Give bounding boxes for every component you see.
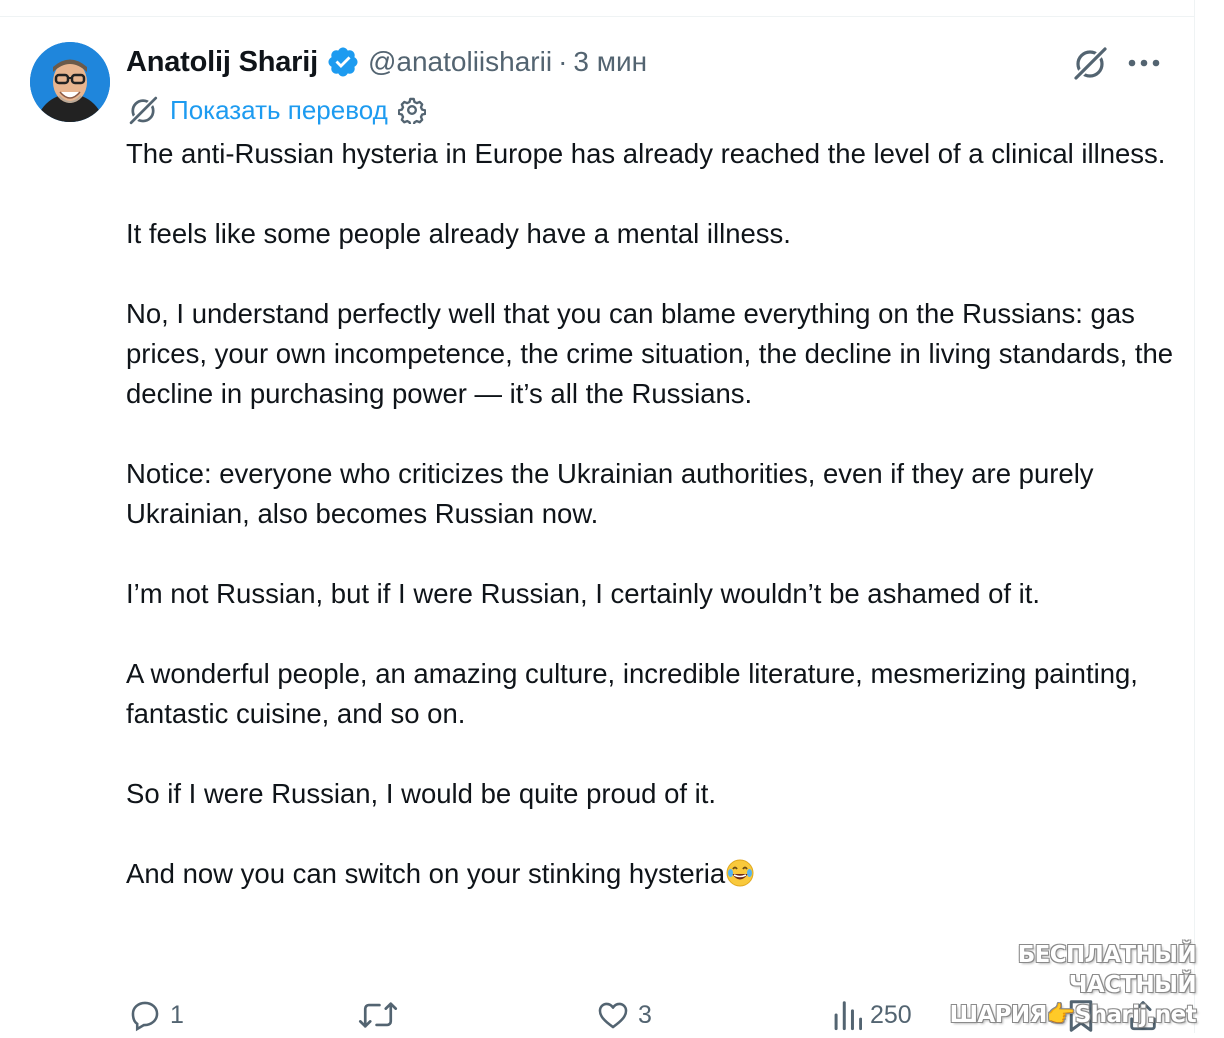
timestamp[interactable]: 3 мин (573, 46, 647, 78)
translate-row: Показать перевод (126, 92, 426, 128)
avatar[interactable] (30, 42, 110, 122)
gear-icon[interactable] (397, 96, 426, 124)
reply-count: 1 (170, 1000, 184, 1029)
show-translation-link[interactable]: Показать перевод (170, 95, 388, 126)
analytics-icon (834, 1001, 862, 1031)
repost-icon (358, 1002, 398, 1028)
tweet-text: The anti-Russian hysteria in Europe has … (126, 134, 1176, 894)
watermark: БЕСПЛАТНЫЙ ЧАСТНЫЙ ШАРИЯ👉Sharij.net (906, 940, 1197, 1030)
grok-translate-icon (128, 95, 159, 126)
like-count: 3 (638, 1000, 652, 1029)
author-handle[interactable]: @anatoliisharii (368, 46, 552, 78)
more-options-button[interactable] (1122, 42, 1166, 84)
views-button[interactable]: 250 (832, 998, 912, 1032)
watermark-line-2: ШАРИЯ👉Sharij.net (949, 1002, 1197, 1028)
column-divider (1194, 0, 1195, 1033)
separator-dot: · (558, 46, 568, 77)
author-name[interactable]: Anatolij Sharij (126, 46, 318, 79)
top-divider (0, 16, 1195, 17)
repost-button[interactable] (358, 998, 406, 1032)
grok-button[interactable] (1068, 42, 1112, 84)
watermark-line-1: БЕСПЛАТНЫЙ ЧАСТНЫЙ (1017, 942, 1197, 998)
tweet-body: The anti-Russian hysteria in Europe has … (126, 138, 1174, 889)
reply-button[interactable]: 1 (128, 998, 184, 1032)
heart-icon (598, 1002, 628, 1029)
grok-icon (1072, 45, 1109, 82)
laughing-emoji-icon (725, 858, 755, 888)
tweet-header: Anatolij Sharij @anatoliisharii · 3 мин (126, 40, 647, 84)
verified-badge-icon[interactable] (326, 45, 360, 79)
avatar-photo (30, 42, 110, 122)
like-button[interactable]: 3 (596, 998, 652, 1032)
reply-icon (131, 1001, 159, 1032)
more-dots-icon (1128, 59, 1160, 67)
